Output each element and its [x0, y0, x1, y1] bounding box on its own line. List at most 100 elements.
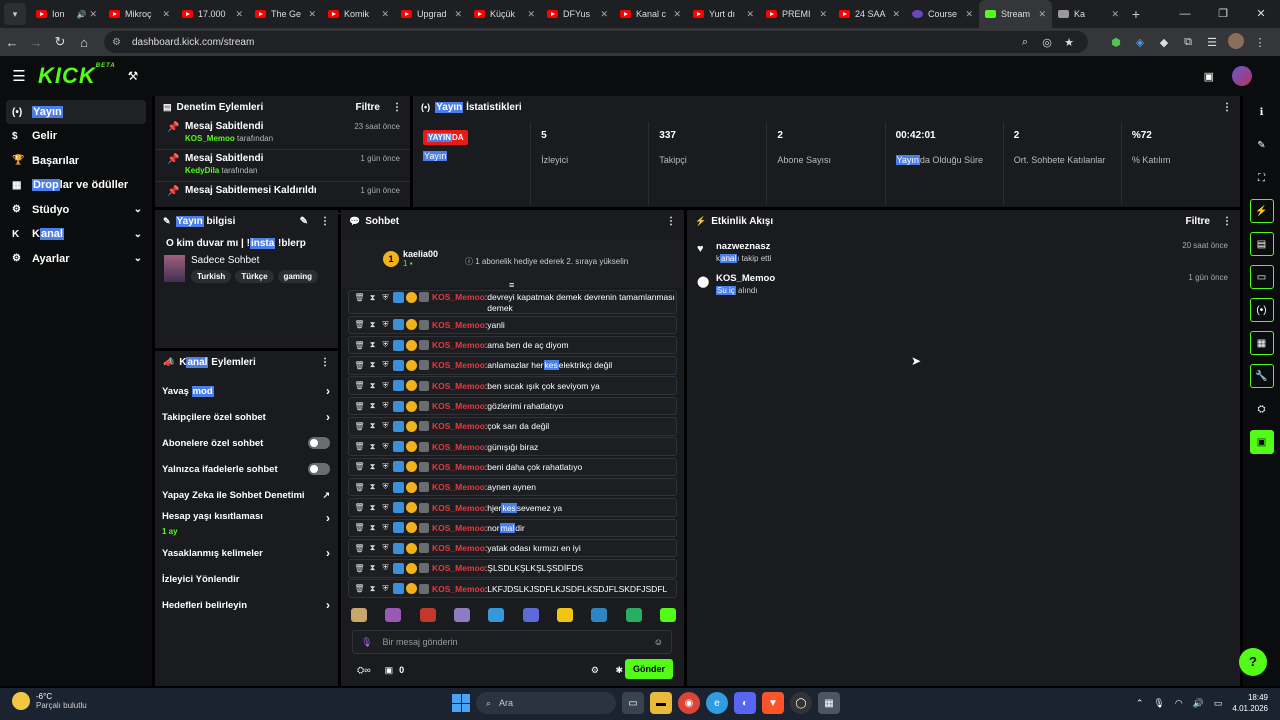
more-options-icon[interactable]: ⋮ — [320, 357, 330, 368]
chevron-right-icon[interactable]: › — [326, 598, 330, 612]
chat-message[interactable]: 🗑 ⧗ ⛨ KOS_Memoo: hjer kes sevemez ya — [348, 498, 677, 517]
wrench-icon[interactable]: 🔧 — [1249, 364, 1274, 388]
fullscreen-icon[interactable]: ⛶ — [1250, 166, 1274, 190]
tag-chip[interactable]: gaming — [277, 270, 318, 283]
timeout-icon[interactable]: ⧗ — [366, 381, 379, 391]
send-button[interactable]: Gönder — [624, 659, 673, 679]
emote-icon[interactable] — [385, 608, 402, 622]
delete-icon[interactable]: 🗑 — [353, 503, 366, 512]
emote-icon[interactable] — [625, 608, 642, 622]
timeout-icon[interactable]: ⧗ — [366, 462, 379, 472]
chat-username[interactable]: KOS_Memoo — [432, 482, 485, 492]
tab-close-icon[interactable]: ✕ — [819, 9, 827, 20]
tab-close-icon[interactable]: ✕ — [1111, 9, 1119, 20]
browser-tab[interactable]: Yurt dı ✕ — [687, 0, 760, 28]
ban-icon[interactable]: ⛨ — [379, 421, 392, 431]
chat-username[interactable]: KOS_Memoo — [432, 360, 485, 370]
edge-icon[interactable]: e — [706, 692, 728, 714]
forward-button[interactable]: → — [24, 35, 48, 50]
chevron-down-icon[interactable]: ⌄ — [134, 253, 142, 264]
timeout-icon[interactable]: ⧗ — [366, 320, 379, 330]
chat-username[interactable]: KOS_Memoo — [432, 503, 485, 513]
sidebar-item[interactable]: ▦ Droplar ve ödüller — [0, 173, 152, 197]
ban-icon[interactable]: ⛨ — [379, 381, 392, 391]
github-icon[interactable]: ◯ — [790, 692, 812, 714]
chat-username[interactable]: KOS_Memoo — [432, 584, 485, 594]
tab-close-icon[interactable]: ✕ — [965, 9, 973, 20]
chevron-right-icon[interactable]: › — [326, 384, 330, 398]
delete-icon[interactable]: 🗑 — [353, 523, 366, 532]
taskbar-search[interactable]: ⌕ Ara — [476, 692, 616, 714]
sidebar-item[interactable]: ⚙ Ayarlar ⌄ — [0, 247, 152, 271]
toggle-switch[interactable] — [308, 463, 330, 475]
timeout-icon[interactable]: ⧗ — [366, 523, 379, 533]
archive-icon[interactable]: ▦ — [1249, 331, 1274, 355]
tab-close-icon[interactable]: ✕ — [235, 9, 243, 20]
emote-icon[interactable] — [659, 608, 676, 622]
chat-message[interactable]: 🗑 ⧗ ⛨ KOS_Memoo: nor mal dir — [348, 518, 677, 538]
tab-close-icon[interactable]: ✕ — [89, 9, 97, 20]
tag-chip[interactable]: Turkish — [191, 270, 232, 283]
chat-message[interactable]: 🗑 ⧗ ⛨ KOS_Memoo: ama ben de aç diyom — [348, 335, 677, 355]
new-tab-button[interactable]: + — [1125, 6, 1147, 22]
mic-tray-icon[interactable]: 🎙 — [1153, 698, 1164, 709]
channel-action-row[interactable]: İzleyici Yönlendir — [155, 567, 338, 591]
sidebar-item[interactable]: ⚙ Stüdyo ⌄ — [0, 198, 152, 222]
clock[interactable]: 18:49 4.01.2026 — [1232, 692, 1268, 714]
chat-username[interactable]: KOS_Memoo — [432, 563, 485, 573]
chrome-icon[interactable]: ◉ — [678, 692, 700, 714]
taskview-icon[interactable]: ▭ — [622, 692, 644, 714]
calculator-icon[interactable]: ▦ — [818, 692, 840, 714]
timeout-icon[interactable]: ⧗ — [366, 292, 379, 303]
chat-username[interactable]: KOS_Memoo — [432, 292, 485, 303]
activity-username[interactable]: KOS_Memoo — [716, 273, 1240, 284]
external-link-icon[interactable]: ↗ — [322, 490, 330, 501]
emote-icon[interactable] — [522, 608, 539, 622]
tab-close-icon[interactable]: ✕ — [600, 9, 608, 20]
chevron-right-icon[interactable]: › — [326, 511, 330, 525]
delete-icon[interactable]: 🗑 — [353, 442, 366, 451]
pencil-icon[interactable]: ✎ — [1250, 133, 1274, 157]
emote-icon[interactable] — [453, 608, 470, 622]
timeout-icon[interactable]: ⧗ — [366, 543, 379, 553]
more-options-icon[interactable]: ⋮ — [1222, 102, 1232, 113]
delete-icon[interactable]: 🗑 — [353, 544, 366, 553]
chat-message[interactable]: 🗑 ⧗ ⛨ KOS_Memoo: anlamazlar her kes elektrik… — [348, 356, 677, 375]
close-window-button[interactable]: ✕ — [1242, 0, 1280, 28]
filter-button[interactable]: Filtre — [1186, 216, 1210, 227]
channel-action-row[interactable]: Yapay Zeka ile Sohbet Denetimi ↗ — [155, 483, 338, 507]
browser-tab[interactable]: Ion 🔊 ✕ — [30, 0, 103, 28]
delete-icon[interactable]: 🗑 — [353, 422, 366, 431]
lightning-icon[interactable]: ⚡ — [1249, 199, 1274, 223]
hamburger-menu-icon[interactable]: ☰ — [0, 67, 38, 85]
channel-action-row[interactable]: Yavaş mod › — [155, 379, 338, 403]
delete-icon[interactable]: 🗑 — [353, 320, 366, 329]
browser-tab[interactable]: DFYus ✕ — [541, 0, 614, 28]
moderation-user[interactable]: KOS_Memoo — [185, 134, 235, 143]
address-bar[interactable]: ⚙ dashboard.kick.com/stream — [104, 31, 1088, 53]
discord-icon[interactable]: ◐ — [734, 692, 756, 714]
microphone-icon[interactable]: 🎙 — [361, 637, 372, 648]
chat-username[interactable]: KOS_Memoo — [432, 340, 485, 350]
tab-search-button[interactable]: ▾ — [4, 3, 26, 25]
chat-username[interactable]: KOS_Memoo — [432, 421, 485, 431]
ban-icon[interactable]: ⛨ — [379, 503, 392, 513]
emoji-icon[interactable]: ☺ — [654, 637, 663, 647]
timeout-icon[interactable]: ⧗ — [366, 482, 379, 492]
delete-icon[interactable]: 🗑 — [353, 361, 366, 370]
timeout-icon[interactable]: ⧗ — [366, 340, 379, 350]
chat-username[interactable]: KOS_Memoo — [432, 442, 485, 452]
profile-avatar[interactable] — [1224, 32, 1248, 52]
minimize-button[interactable]: — — [1166, 0, 1204, 28]
timeout-icon[interactable]: ⧗ — [366, 584, 379, 594]
more-options-icon[interactable]: ⋮ — [320, 216, 330, 227]
delete-icon[interactable]: 🗑 — [353, 402, 366, 411]
brave-icon[interactable]: ▼ — [762, 692, 784, 714]
chevron-down-icon[interactable]: ⌄ — [134, 229, 142, 240]
speaker-icon[interactable]: 🔊 — [76, 10, 86, 19]
tab-close-icon[interactable]: ✕ — [162, 9, 170, 20]
chat-message[interactable]: 🗑 ⧗ ⛨ KOS_Memoo: LKFJDSLKJSDFLKJSDFLKSDJFLS… — [348, 579, 677, 598]
tab-close-icon[interactable]: ✕ — [1038, 9, 1046, 20]
tab-close-icon[interactable]: ✕ — [454, 9, 462, 20]
browser-tab[interactable]: Küçük ✕ — [468, 0, 541, 28]
